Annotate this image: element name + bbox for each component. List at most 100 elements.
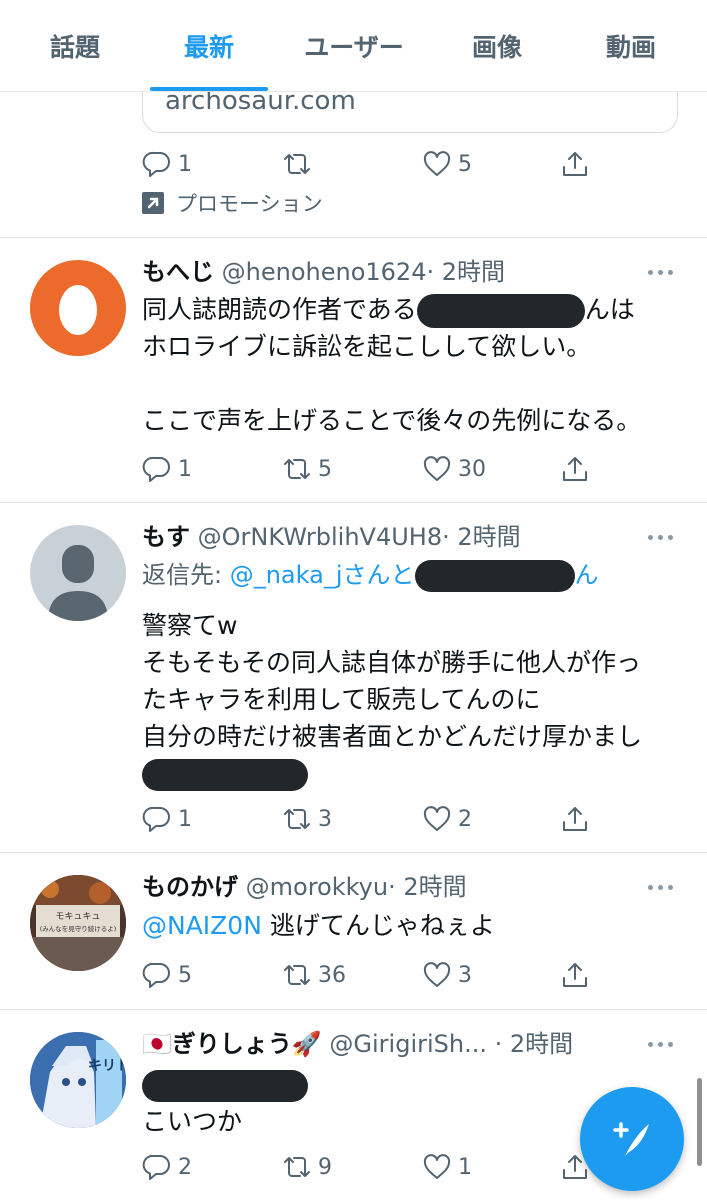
tweet-text: @NAIZ0N 逃げてんじゃねぇよ bbox=[142, 907, 682, 944]
retweet-icon bbox=[284, 809, 310, 829]
mention-link[interactable]: @NAIZ0N bbox=[142, 911, 262, 940]
share-icon bbox=[563, 457, 587, 481]
user-handle[interactable]: @henoheno1624 bbox=[222, 258, 427, 286]
tweet-text: 同人誌朗読の作者である んは ホロライブに訴訟を起こしして欲しい。 ここで声を上げ… bbox=[142, 291, 682, 439]
tweet-action-bar: 5 36 3 bbox=[142, 955, 598, 995]
user-handle[interactable]: @morokkyu bbox=[246, 873, 388, 901]
share-icon bbox=[563, 152, 587, 176]
retweet-button[interactable]: 9 bbox=[282, 1147, 332, 1187]
like-count: 3 bbox=[458, 962, 472, 988]
reply-icon bbox=[142, 151, 170, 177]
like-button[interactable]: 30 bbox=[422, 449, 486, 489]
tweet-action-bar: 2 9 1 bbox=[142, 1147, 598, 1187]
more-options-icon[interactable] bbox=[648, 1042, 673, 1047]
reply-count: 1 bbox=[178, 456, 192, 482]
more-options-icon[interactable] bbox=[648, 535, 673, 540]
retweet-count: 5 bbox=[318, 456, 332, 482]
user-handle[interactable]: @OrNKWrblihV4UH8 bbox=[198, 523, 442, 551]
tweet[interactable]: モキュキュ (みんなを見守り続けるよ) ものかげ @morokkyu· 2時間 … bbox=[0, 853, 707, 1009]
display-name[interactable]: 🇯🇵ぎりしょう🚀 bbox=[142, 1030, 322, 1058]
retweet-button[interactable]: 5 bbox=[282, 449, 332, 489]
replying-to-suffix[interactable]: ん bbox=[575, 561, 599, 589]
avatar[interactable] bbox=[30, 525, 126, 621]
timestamp: · 2時間 bbox=[426, 258, 505, 286]
compose-tweet-button[interactable] bbox=[580, 1087, 684, 1191]
display-name[interactable]: もへじ bbox=[142, 258, 214, 286]
display-name[interactable]: もす bbox=[142, 523, 190, 551]
avatar[interactable]: モキュキュ (みんなを見守り続けるよ) bbox=[30, 875, 126, 971]
default-profile-icon bbox=[48, 545, 108, 621]
retweet-count: 3 bbox=[318, 806, 332, 832]
tweet[interactable]: もへじ @henoheno1624· 2時間 同人誌朗読の作者である んは ホロラ… bbox=[0, 238, 707, 502]
avatar[interactable]: キリト bbox=[30, 1032, 126, 1128]
scrollbar[interactable] bbox=[697, 1078, 702, 1166]
reply-button[interactable]: 1 bbox=[142, 799, 192, 839]
redacted-block bbox=[414, 560, 575, 592]
share-button[interactable] bbox=[560, 955, 590, 995]
reply-count: 2 bbox=[178, 1154, 192, 1180]
retweet-button[interactable]: 36 bbox=[282, 955, 346, 995]
search-tabs: 話題 最新 ユーザー 画像 動画 bbox=[0, 0, 707, 92]
tweet-text-line: そもそもその同人誌自体が勝手に他人が作っ bbox=[142, 648, 642, 677]
retweet-button[interactable]: 3 bbox=[282, 799, 332, 839]
tab-videos[interactable]: 動画 bbox=[574, 0, 688, 92]
reply-button[interactable]: 1 bbox=[142, 144, 192, 184]
tab-users[interactable]: ユーザー bbox=[288, 0, 420, 92]
timestamp: · 2時間 bbox=[388, 873, 467, 901]
retweet-icon bbox=[284, 154, 310, 174]
reply-button[interactable]: 2 bbox=[142, 1147, 192, 1187]
tab-latest[interactable]: 最新 bbox=[150, 0, 268, 92]
reply-icon bbox=[142, 806, 170, 832]
anime-avatar-image: キリト bbox=[30, 1032, 126, 1128]
retweet-count: 9 bbox=[318, 1154, 332, 1180]
photo-avatar-image: モキュキュ (みんなを見守り続けるよ) bbox=[30, 875, 126, 971]
reply-icon bbox=[142, 962, 170, 988]
display-name[interactable]: ものかげ bbox=[142, 873, 238, 901]
more-options-icon[interactable] bbox=[648, 270, 673, 275]
share-icon bbox=[563, 807, 587, 831]
egg-avatar-icon bbox=[59, 285, 97, 335]
ad-action-bar: 1 5 bbox=[142, 144, 598, 184]
tab-topics[interactable]: 話題 bbox=[20, 0, 130, 92]
share-button[interactable] bbox=[560, 799, 590, 839]
tweet-text: 警察てw そもそもその同人誌自体が勝手に他人が作っ たキャラを利用して販売してん… bbox=[142, 607, 682, 792]
more-options-icon[interactable] bbox=[648, 885, 673, 890]
timestamp: · 2時間 bbox=[494, 1030, 574, 1058]
reply-count: 5 bbox=[178, 962, 192, 988]
feather-plus-icon bbox=[613, 1122, 649, 1156]
tab-images[interactable]: 画像 bbox=[440, 0, 554, 92]
avatar[interactable] bbox=[30, 260, 126, 356]
tweet-text-line: ここで声を上げることで後々の先例になる。 bbox=[142, 406, 642, 435]
avatar-caption: (みんなを見守り続けるよ) bbox=[40, 924, 117, 933]
avatar-caption: キリト bbox=[88, 1058, 126, 1074]
promoted-arrow-icon bbox=[142, 192, 164, 214]
heart-icon bbox=[423, 151, 451, 176]
like-button[interactable]: 2 bbox=[422, 799, 472, 839]
tweet-action-bar: 1 3 2 bbox=[142, 799, 598, 839]
like-button[interactable]: 1 bbox=[422, 1147, 472, 1187]
like-button[interactable]: 5 bbox=[422, 144, 472, 184]
reply-button[interactable]: 1 bbox=[142, 449, 192, 489]
like-count: 5 bbox=[458, 151, 472, 177]
reply-count: 1 bbox=[178, 806, 192, 832]
tweet[interactable]: もす @OrNKWrblihV4UH8· 2時間 返信先: @_naka_jさん… bbox=[0, 503, 707, 852]
heart-icon bbox=[423, 962, 451, 987]
reply-button[interactable]: 5 bbox=[142, 955, 192, 995]
promoted-label: プロモーション bbox=[142, 188, 323, 218]
user-handle[interactable]: @GirigiriSh... bbox=[329, 1030, 487, 1058]
tweet-text-line: 同人誌朗読の作者である bbox=[142, 295, 417, 324]
tweet-header: もへじ @henoheno1624· 2時間 bbox=[142, 256, 505, 288]
like-button[interactable]: 3 bbox=[422, 955, 472, 995]
replying-to-prefix: 返信先: bbox=[142, 561, 230, 589]
tweet-header: ものかげ @morokkyu· 2時間 bbox=[142, 871, 467, 903]
like-count: 2 bbox=[458, 806, 472, 832]
share-button[interactable] bbox=[560, 144, 590, 184]
timestamp: · 2時間 bbox=[442, 523, 521, 551]
reply-icon bbox=[142, 456, 170, 482]
share-button[interactable] bbox=[560, 449, 590, 489]
replying-to-user[interactable]: @_naka_jさんと bbox=[230, 561, 415, 589]
redacted-block bbox=[142, 1070, 308, 1102]
retweet-button[interactable] bbox=[282, 144, 318, 184]
tweet-text-line: 逃げてんじゃねぇよ bbox=[261, 911, 495, 940]
redacted-block bbox=[416, 294, 585, 328]
